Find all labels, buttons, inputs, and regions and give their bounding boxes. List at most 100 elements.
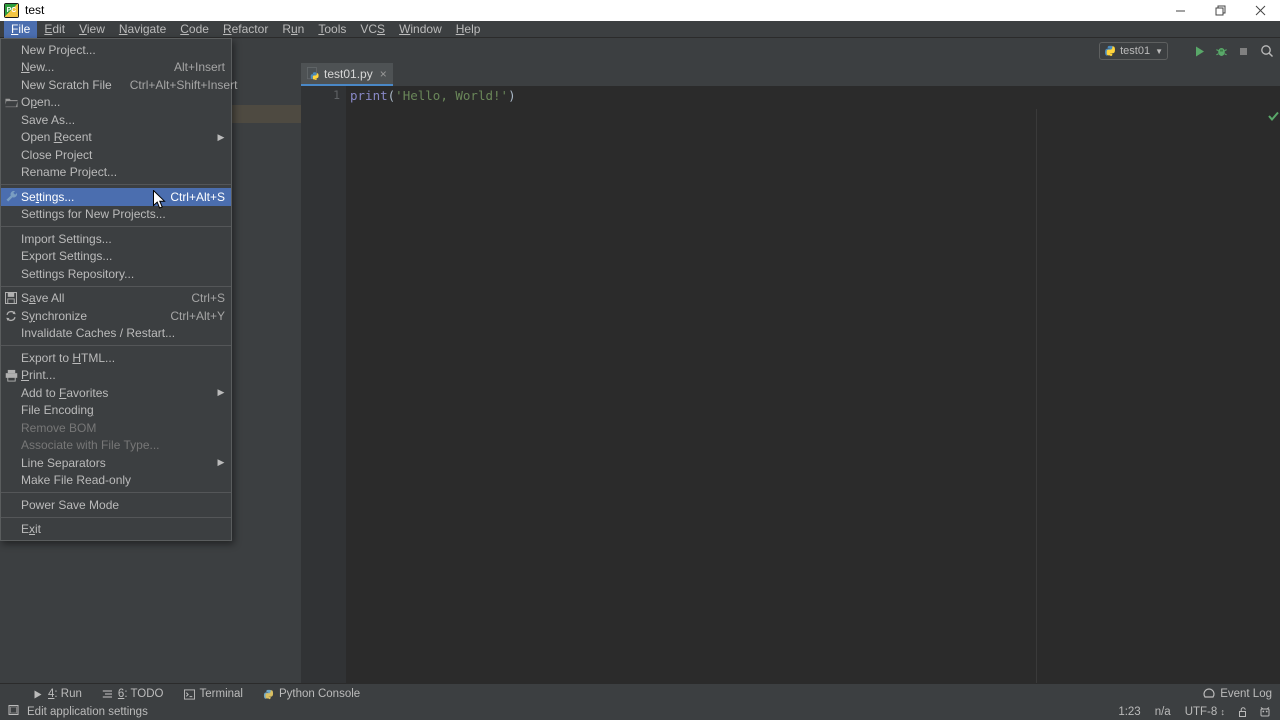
menu-item-shortcut: Alt+Insert — [173, 60, 225, 75]
menu-item-export-settings[interactable]: Export Settings... — [1, 248, 231, 266]
no-icon — [1, 76, 21, 93]
line-separator[interactable]: n/a — [1148, 706, 1178, 718]
editor-tab-test01[interactable]: test01.py × — [301, 63, 393, 86]
menu-item-new-scratch-file[interactable]: New Scratch File Ctrl+Alt+Shift+Insert — [1, 76, 237, 94]
menu-item-label: Rename Project... — [21, 165, 118, 180]
close-icon[interactable] — [1240, 0, 1280, 21]
menu-bar: File Edit View Navigate Code Refactor Run Tools… — [0, 20, 1280, 38]
menu-item-close-project[interactable]: Close Project — [1, 146, 231, 164]
bottom-tab-terminal[interactable]: Terminal — [174, 684, 253, 704]
menu-tools[interactable]: Tools — [311, 21, 353, 38]
menu-view[interactable]: View — [72, 21, 112, 38]
menu-separator — [1, 226, 231, 227]
minimize-icon[interactable] — [1160, 0, 1200, 21]
file-menu-dropdown: New Project... New... Alt+Insert New Scratc… — [0, 38, 237, 541]
submenu-arrow-icon: ▶ — [217, 387, 225, 398]
stop-button[interactable] — [1234, 42, 1252, 60]
close-icon[interactable]: × — [380, 67, 387, 81]
menu-edit[interactable]: Edit — [37, 21, 72, 38]
menu-item-synchronize[interactable]: Synchronize Ctrl+Alt+Y — [1, 307, 231, 325]
menu-item-settings[interactable]: Settings... Ctrl+Alt+S — [1, 188, 231, 206]
no-icon — [1, 419, 21, 436]
menu-item-new[interactable]: New... Alt+Insert — [1, 59, 231, 77]
bottom-tab-6-todo[interactable]: 6: TODO — [92, 684, 174, 704]
menu-item-line-separators[interactable]: Line Separators ▶ — [1, 454, 231, 472]
menu-item-add-to-favorites[interactable]: Add to Favorites ▶ — [1, 384, 231, 402]
menu-item-shortcut: Ctrl+Alt+Y — [170, 308, 225, 323]
right-margin-guide — [1036, 109, 1037, 706]
ok-check-icon — [1268, 111, 1279, 125]
menu-item-label: New Scratch File — [21, 77, 112, 92]
maximize-icon[interactable] — [1200, 0, 1240, 21]
no-icon — [1, 206, 21, 223]
menu-item-label: Settings Repository... — [21, 266, 135, 281]
debug-button[interactable] — [1212, 42, 1230, 60]
python-file-icon — [307, 67, 319, 80]
menu-window[interactable]: Window — [392, 21, 449, 38]
refresh-icon — [1, 307, 21, 324]
menu-item-make-file-read-only[interactable]: Make File Read-only — [1, 472, 231, 490]
editor-gutter: 1 — [301, 86, 346, 683]
menu-navigate[interactable]: Navigate — [112, 21, 173, 38]
run-icon — [32, 689, 43, 700]
menu-item-import-settings[interactable]: Import Settings... — [1, 230, 231, 248]
no-icon — [1, 349, 21, 366]
menu-refactor[interactable]: Refactor — [216, 21, 275, 38]
no-icon — [1, 265, 21, 282]
code-editor[interactable]: print('Hello, World!') — [346, 86, 1280, 706]
menu-item-label: Add to Favorites — [21, 385, 109, 400]
menu-item-export-to-html[interactable]: Export to HTML... — [1, 349, 231, 367]
menu-item-invalidate-caches-restart[interactable]: Invalidate Caches / Restart... — [1, 325, 231, 343]
editor-area: test01.py × 1 print('Hello, World!') — [301, 63, 1280, 706]
menu-item-rename-project[interactable]: Rename Project... — [1, 164, 231, 182]
menu-file[interactable]: File — [4, 20, 38, 38]
bottom-tab-python-console[interactable]: Python Console — [253, 684, 370, 704]
menu-item-power-save-mode[interactable]: Power Save Mode — [1, 496, 231, 514]
menu-item-save-all[interactable]: Save All Ctrl+S — [1, 290, 231, 308]
run-button[interactable] — [1190, 42, 1208, 60]
menu-item-label: Save All — [21, 291, 65, 306]
caret-position[interactable]: 1:23 — [1111, 706, 1147, 718]
menu-item-exit[interactable]: Exit — [1, 521, 231, 539]
menu-vcs[interactable]: VCS — [353, 21, 392, 38]
menu-item-shortcut: Ctrl+Alt+S — [170, 189, 225, 204]
menu-item-print[interactable]: Print... — [1, 367, 231, 385]
menu-code[interactable]: Code — [173, 21, 216, 38]
menu-item-settings-for-new-projects[interactable]: Settings for New Projects... — [1, 206, 231, 224]
window-controls — [1160, 0, 1280, 21]
menu-item-label: Remove BOM — [21, 420, 97, 435]
menu-item-new-project[interactable]: New Project... — [1, 41, 231, 59]
event-log-icon — [1203, 687, 1215, 702]
unlocked-icon[interactable] — [1232, 706, 1254, 718]
editor-tab-label: test01.py — [324, 66, 373, 81]
bottom-tab-4-run[interactable]: 4: Run — [22, 684, 92, 704]
file-encoding[interactable]: UTF-8 ↕ — [1178, 706, 1232, 718]
menu-item-label: Line Separators — [21, 455, 106, 470]
menu-item-open-recent[interactable]: Open Recent ▶ — [1, 129, 231, 147]
run-configuration-selector[interactable]: test01 ▼ — [1099, 42, 1168, 60]
title-bar: PC test — [0, 0, 1280, 21]
chevron-down-icon: ▼ — [1155, 46, 1163, 56]
inspector-icon[interactable] — [1254, 706, 1276, 718]
no-icon — [1, 437, 21, 454]
search-icon[interactable] — [1258, 42, 1276, 60]
python-console-icon — [263, 689, 274, 700]
no-icon — [1, 59, 21, 76]
bottom-tab-label: Terminal — [199, 688, 243, 700]
menu-separator — [1, 345, 231, 346]
error-stripe[interactable] — [1268, 86, 1280, 683]
event-log-button[interactable]: Event Log — [1203, 684, 1272, 704]
menu-item-label: New... — [21, 60, 55, 75]
mouse-cursor — [153, 189, 167, 214]
menu-help[interactable]: Help — [449, 21, 488, 38]
menu-item-settings-repository[interactable]: Settings Repository... — [1, 265, 231, 283]
menu-item-save-as[interactable]: Save As... — [1, 111, 231, 129]
menu-run[interactable]: Run — [275, 21, 311, 38]
menu-item-file-encoding[interactable]: File Encoding — [1, 402, 231, 420]
status-right-group: 1:23 n/a UTF-8 ↕ — [1111, 703, 1276, 720]
code-token-string: 'Hello, World!' — [395, 88, 509, 103]
pycharm-window: PC test File Edit View Navigate Code Refactor… — [0, 0, 1280, 720]
menu-item-open[interactable]: Open... — [1, 94, 231, 112]
run-configuration-name: test01 — [1120, 45, 1151, 57]
no-icon — [1, 111, 21, 128]
